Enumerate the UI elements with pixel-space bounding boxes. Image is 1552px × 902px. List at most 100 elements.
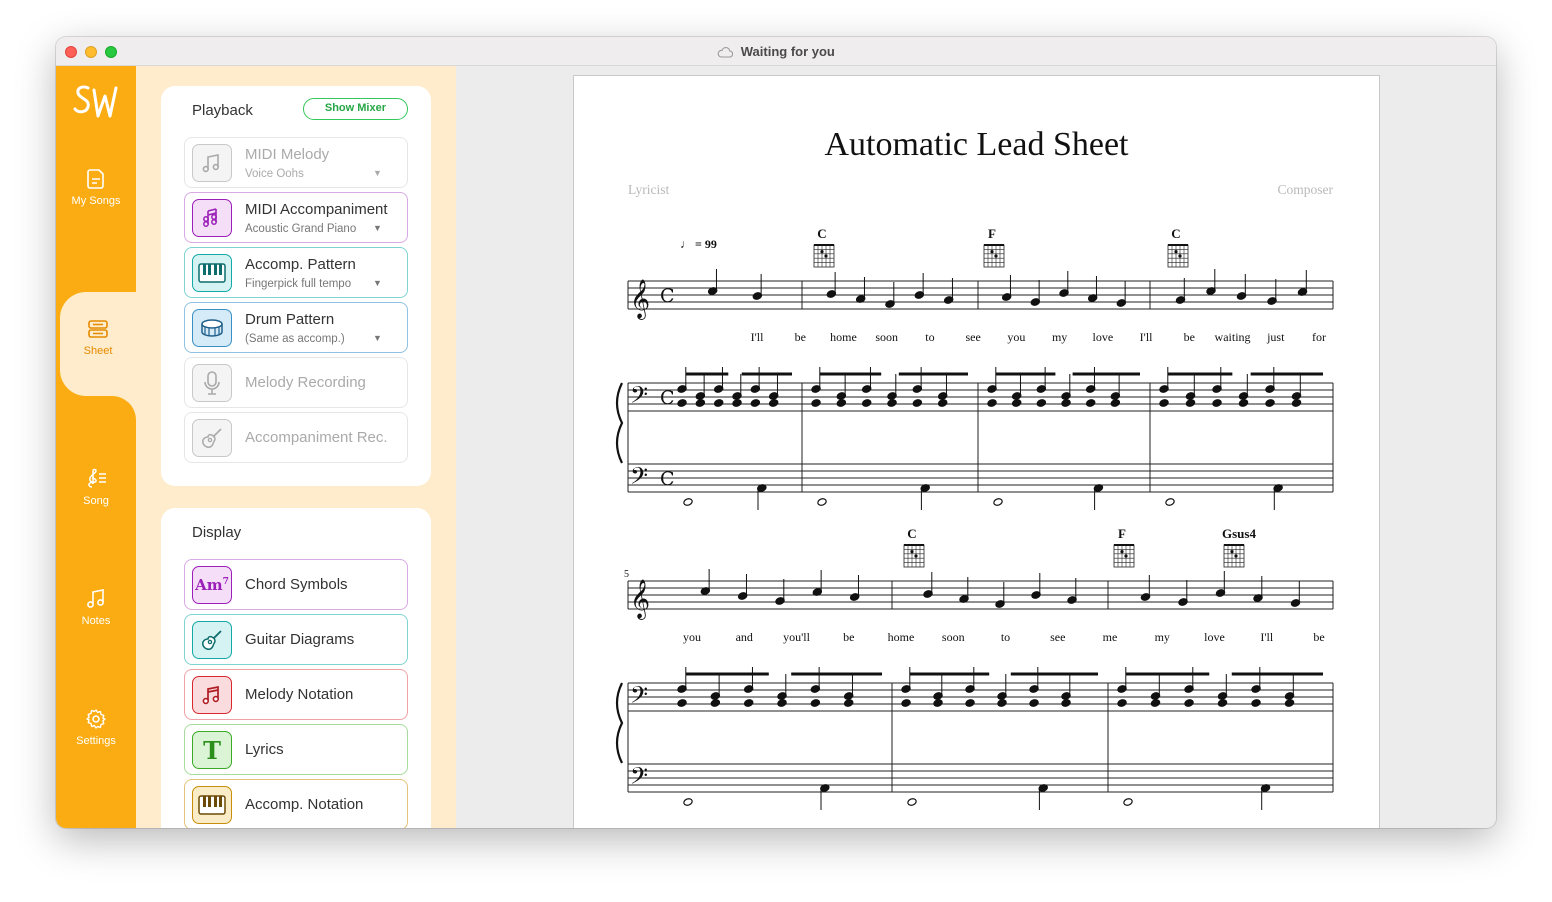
piano-keys-icon bbox=[192, 254, 232, 292]
lyric-syllable: and bbox=[736, 630, 753, 644]
lead-sheet-page: Automatic Lead Sheet Lyricist Composer ♩… bbox=[573, 75, 1380, 828]
finger-dot bbox=[1174, 250, 1178, 254]
lyrics-icon-text: T bbox=[203, 735, 221, 765]
piano-treble-note bbox=[1184, 699, 1194, 707]
chord-symbol: C bbox=[817, 226, 826, 241]
lyric-syllable: home bbox=[888, 630, 915, 644]
playback-card: Playback Show Mixer MIDI Melody Voice Oo… bbox=[161, 86, 431, 486]
piano-treble-note bbox=[901, 699, 911, 707]
lyric-syllable: waiting bbox=[1215, 330, 1251, 344]
chord-diagram-grid bbox=[983, 244, 1005, 268]
drum-pattern-row[interactable]: Drum Pattern (Same as accomp.) ▼ bbox=[184, 302, 408, 353]
piano-treble-note bbox=[1061, 399, 1071, 407]
music-note-icon bbox=[87, 589, 104, 608]
midi-melody-row[interactable]: MIDI Melody Voice Oohs ▼ bbox=[184, 137, 408, 188]
piano-treble-note bbox=[1150, 699, 1161, 707]
row-label: Drum Pattern bbox=[245, 311, 335, 328]
dropdown-caret-icon[interactable]: ▼ bbox=[373, 168, 382, 178]
chord-diagram-grid bbox=[1167, 244, 1189, 268]
row-label: Guitar Diagrams bbox=[245, 631, 355, 648]
piano-treble-note bbox=[997, 699, 1007, 707]
lyric-syllable: be bbox=[1313, 630, 1324, 644]
row-label: Chord Symbols bbox=[245, 576, 348, 593]
row-label: Melody Recording bbox=[245, 374, 366, 391]
piano-treble-note bbox=[695, 399, 706, 407]
finger-dot bbox=[1230, 550, 1234, 554]
music-note-icon bbox=[192, 676, 232, 714]
row-label: Lyrics bbox=[245, 741, 284, 758]
piano-treble-note bbox=[1085, 399, 1096, 407]
chord-icon-text: Am bbox=[195, 576, 223, 594]
piano-treble-note bbox=[713, 399, 724, 407]
lyric-syllable: I'll bbox=[1140, 330, 1153, 344]
rail-item-sheet[interactable]: Sheet bbox=[60, 292, 136, 396]
piano-treble-note bbox=[1117, 699, 1127, 707]
show-mixer-button[interactable]: Show Mixer bbox=[302, 98, 408, 120]
cloud-icon bbox=[717, 47, 734, 58]
lyric-syllable: soon bbox=[875, 330, 898, 344]
sheet-icon bbox=[88, 320, 108, 338]
rail-item-my-songs[interactable]: My Songs bbox=[56, 156, 136, 230]
accomp-pattern-row[interactable]: Accomp. Pattern Fingerpick full tempo ▼ bbox=[184, 247, 408, 298]
piano-bass-note bbox=[1165, 498, 1175, 506]
gear-icon bbox=[86, 709, 106, 729]
piano-treble-note bbox=[1238, 399, 1249, 407]
chord-symbol: F bbox=[988, 226, 996, 241]
treble-clef: 𝄞 bbox=[630, 279, 650, 320]
chord-symbol: Gsus4 bbox=[1222, 526, 1256, 541]
midi-accompaniment-row[interactable]: MIDI Accompaniment Acoustic Grand Piano … bbox=[184, 192, 408, 243]
piano-treble-note bbox=[710, 699, 721, 707]
finger-dot bbox=[910, 550, 914, 554]
rail-item-notes[interactable]: Notes bbox=[56, 576, 136, 650]
app-logo bbox=[73, 85, 118, 118]
piano-bass-note bbox=[907, 798, 917, 806]
music-note-icon bbox=[192, 144, 232, 182]
dropdown-caret-icon[interactable]: ▼ bbox=[373, 333, 382, 343]
row-label: Accomp. Notation bbox=[245, 796, 364, 813]
melody-notation-row[interactable]: Melody Notation bbox=[184, 669, 408, 720]
chord-diagram-grid bbox=[903, 544, 925, 568]
piano-bass-note bbox=[683, 798, 693, 806]
bass-clef: 𝄢 bbox=[630, 762, 648, 795]
lyric-syllable: love bbox=[1204, 630, 1225, 644]
piano-treble-note bbox=[861, 399, 872, 407]
row-label: Accompaniment Rec. bbox=[245, 429, 388, 446]
lyrics-row[interactable]: T Lyrics bbox=[184, 724, 408, 775]
tempo-marking: ♩ = 99 bbox=[680, 237, 717, 251]
piano-treble-note bbox=[1251, 699, 1261, 707]
grand-staff-brace bbox=[615, 382, 624, 464]
score-notation[interactable]: ♩ = 99 C F C 𝄞 𝄢 𝄢 C C C I'll be home soon to see you my l… bbox=[574, 76, 1381, 828]
lyric-syllable: be bbox=[795, 330, 806, 344]
measure-number: 5 bbox=[624, 569, 629, 580]
guitar-diagrams-row[interactable]: Guitar Diagrams bbox=[184, 614, 408, 665]
piano-bass-note bbox=[683, 498, 693, 506]
chord-symbol: C bbox=[907, 526, 916, 541]
lyric-syllable: for bbox=[1312, 330, 1326, 344]
row-value: Acoustic Grand Piano bbox=[245, 223, 357, 235]
treble-clef: 𝄞 bbox=[630, 579, 650, 620]
dropdown-caret-icon[interactable]: ▼ bbox=[373, 278, 382, 288]
piano-treble-note bbox=[1011, 399, 1022, 407]
rail-item-settings[interactable]: Settings bbox=[56, 696, 136, 770]
melody-recording-row[interactable]: Melody Recording bbox=[184, 357, 408, 408]
time-signature: C bbox=[660, 468, 675, 490]
finger-dot bbox=[1124, 554, 1128, 558]
lyric-syllable: me bbox=[1103, 630, 1118, 644]
lyric-syllable: just bbox=[1266, 330, 1285, 344]
piano-treble-note bbox=[1110, 399, 1121, 407]
rail-label: My Songs bbox=[71, 195, 121, 207]
chord-symbols-row[interactable]: Am7 Chord Symbols bbox=[184, 559, 408, 610]
row-value: Voice Oohs bbox=[245, 168, 304, 180]
accomp-notation-row[interactable]: Accomp. Notation bbox=[184, 779, 408, 828]
piano-treble-note bbox=[677, 699, 687, 707]
rail-label: Settings bbox=[76, 735, 116, 747]
window-title: Waiting for you bbox=[740, 44, 835, 59]
lyrics-text-icon: T bbox=[192, 731, 232, 769]
sheet-viewer[interactable]: Automatic Lead Sheet Lyricist Composer ♩… bbox=[456, 66, 1496, 828]
accompaniment-rec-row[interactable]: Accompaniment Rec. bbox=[184, 412, 408, 463]
rail-item-song[interactable]: Song bbox=[56, 456, 136, 530]
dropdown-caret-icon[interactable]: ▼ bbox=[373, 223, 382, 233]
piano-treble-note bbox=[1291, 399, 1302, 407]
bass-clef: 𝄢 bbox=[630, 381, 648, 414]
piano-treble-note bbox=[836, 399, 847, 407]
